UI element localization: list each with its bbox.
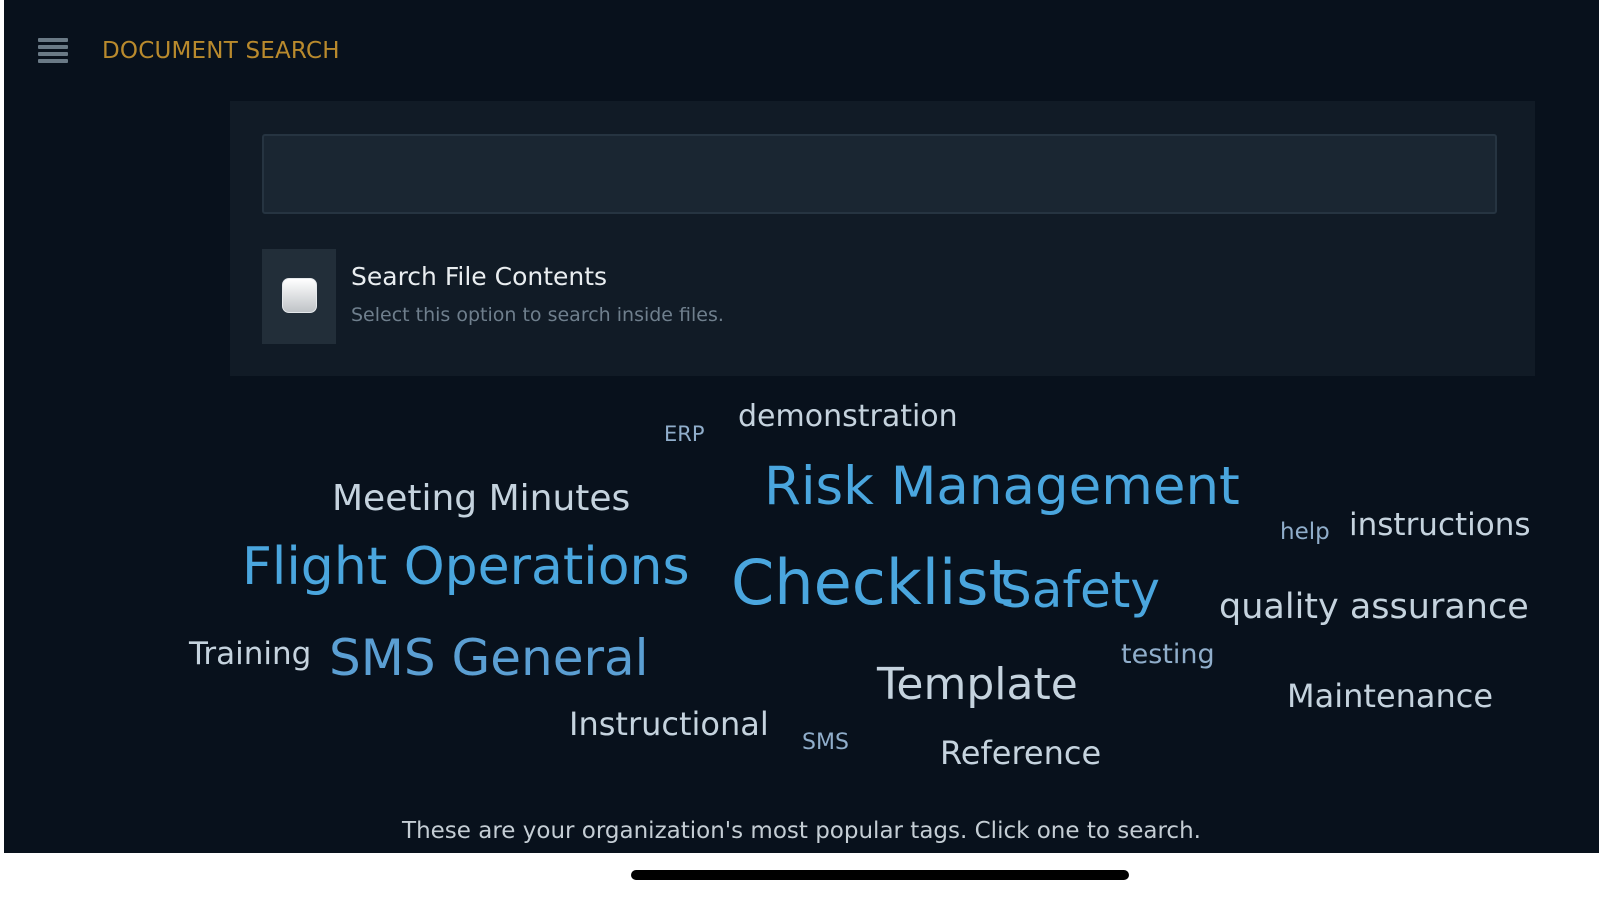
tag-sms-general[interactable]: SMS General (329, 633, 649, 683)
popular-tags-note: These are your organization's most popul… (402, 818, 1201, 844)
tag-safety[interactable]: Safety (1000, 565, 1160, 615)
tag-template[interactable]: Template (877, 663, 1078, 707)
option-title: Search File Contents (351, 262, 608, 291)
page-title: DOCUMENT SEARCH (102, 38, 340, 64)
tag-instructions[interactable]: instructions (1349, 510, 1531, 541)
tag-sms[interactable]: SMS (802, 732, 849, 754)
home-indicator (631, 870, 1129, 880)
app-screen: DOCUMENT SEARCH Search File Contents Sel… (4, 0, 1599, 853)
search-input[interactable] (262, 134, 1497, 214)
tag-help[interactable]: help (1280, 521, 1330, 544)
search-file-contents-checkbox-container[interactable] (262, 249, 336, 344)
hamburger-menu-icon[interactable] (38, 38, 68, 64)
tag-cloud: ERP demonstration Meeting Minutes Risk M… (4, 380, 1599, 830)
tag-erp[interactable]: ERP (664, 424, 705, 445)
tag-testing[interactable]: testing (1121, 641, 1215, 668)
tag-risk-management[interactable]: Risk Management (764, 460, 1240, 513)
option-description: Select this option to search inside file… (351, 304, 724, 326)
search-file-contents-option[interactable]: Search File Contents Select this option … (262, 249, 1162, 344)
tag-demonstration[interactable]: demonstration (738, 402, 958, 432)
tag-checklist[interactable]: Checklist (731, 552, 1013, 614)
tag-maintenance[interactable]: Maintenance (1287, 680, 1493, 712)
tag-reference[interactable]: Reference (940, 737, 1101, 769)
tag-instructional[interactable]: Instructional (569, 708, 769, 740)
tag-meeting-minutes[interactable]: Meeting Minutes (332, 481, 630, 517)
tag-quality-assurance[interactable]: quality assurance (1219, 590, 1529, 625)
tag-training[interactable]: Training (189, 639, 311, 670)
header: DOCUMENT SEARCH (4, 0, 1599, 104)
search-file-contents-checkbox[interactable] (282, 278, 317, 313)
tag-flight-operations[interactable]: Flight Operations (242, 541, 690, 593)
search-panel: Search File Contents Select this option … (230, 101, 1535, 376)
